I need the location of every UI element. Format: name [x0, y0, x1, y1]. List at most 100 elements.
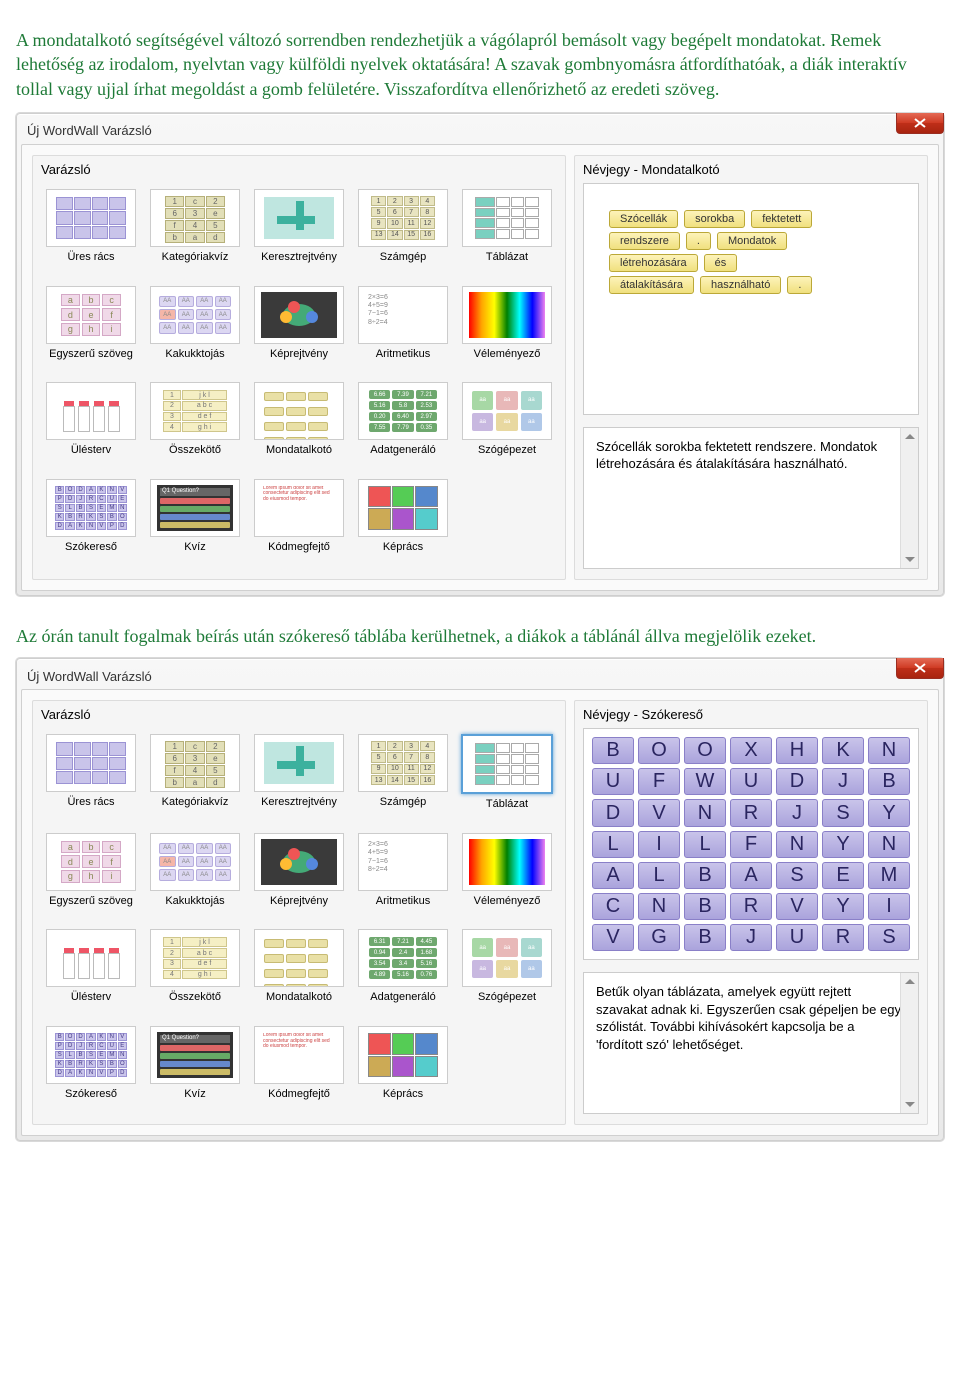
- wordsearch-cell[interactable]: O: [684, 737, 726, 764]
- template-tile-kvíz[interactable]: Q1 Question?Kvíz: [149, 479, 241, 554]
- template-tile-egyszerű-szöveg[interactable]: abcdefghiEgyszerű szöveg: [45, 286, 137, 361]
- scrollbar[interactable]: [900, 973, 918, 1113]
- wordsearch-cell[interactable]: S: [776, 862, 818, 889]
- template-tile-kódmegfejtő[interactable]: Lorem ipsum dolor sit amet consectetur a…: [253, 1026, 345, 1101]
- template-tile-üres-rács[interactable]: Üres rács: [45, 189, 137, 264]
- word-button[interactable]: sorokba: [684, 210, 745, 228]
- word-button[interactable]: .: [787, 276, 812, 294]
- wordsearch-cell[interactable]: F: [730, 831, 772, 858]
- template-tile-összekötő[interactable]: 1j k l2a b c3d e f4g h iÖsszekötő: [149, 382, 241, 457]
- wordsearch-cell[interactable]: Y: [868, 799, 910, 826]
- word-button[interactable]: Mondatok: [717, 232, 787, 250]
- wordsearch-cell[interactable]: D: [592, 799, 634, 826]
- template-tile-aritmetikus[interactable]: 2×3=64+5=97−1=68÷2=4Aritmetikus: [357, 286, 449, 361]
- wordsearch-cell[interactable]: W: [684, 768, 726, 795]
- wordsearch-cell[interactable]: B: [592, 737, 634, 764]
- template-tile-aritmetikus[interactable]: 2×3=64+5=97−1=68÷2=4Aritmetikus: [357, 833, 449, 908]
- word-button[interactable]: fektetett: [751, 210, 812, 228]
- template-tile-kódmegfejtő[interactable]: Lorem ipsum dolor sit amet consectetur a…: [253, 479, 345, 554]
- wordsearch-cell[interactable]: H: [776, 737, 818, 764]
- wordsearch-cell[interactable]: N: [776, 831, 818, 858]
- template-tile-keresztrejtvény[interactable]: Keresztrejtvény: [253, 189, 345, 264]
- template-tile-üres-rács[interactable]: Üres rács: [45, 734, 137, 811]
- word-button[interactable]: létrehozására: [609, 254, 698, 272]
- template-tile-mondatalkotó[interactable]: Mondatalkotó: [253, 382, 345, 457]
- wordsearch-cell[interactable]: E: [822, 862, 864, 889]
- wordsearch-cell[interactable]: S: [822, 799, 864, 826]
- template-tile-szógépezet[interactable]: aaaaaaaaaaaaSzógépezet: [461, 382, 553, 457]
- template-tile-képrejtvény[interactable]: Képrejtvény: [253, 833, 345, 908]
- template-tile-számgép[interactable]: 12345678910111213141516Számgép: [357, 734, 449, 811]
- template-tile-számgép[interactable]: 12345678910111213141516Számgép: [357, 189, 449, 264]
- template-tile-egyszerű-szöveg[interactable]: abcdefghiEgyszerű szöveg: [45, 833, 137, 908]
- wordsearch-cell[interactable]: K: [822, 737, 864, 764]
- template-tile-mondatalkotó[interactable]: Mondatalkotó: [253, 929, 345, 1004]
- template-tile-képrács[interactable]: Képrács: [357, 479, 449, 554]
- template-tile-kategóriakvíz[interactable]: 1c263ef45badKategóriakvíz: [149, 189, 241, 264]
- wordsearch-cell[interactable]: I: [868, 893, 910, 920]
- wordsearch-cell[interactable]: O: [638, 737, 680, 764]
- scroll-down-button[interactable]: [901, 551, 918, 568]
- word-button[interactable]: használható: [700, 276, 781, 294]
- template-tile-véleményező[interactable]: Véleményező: [461, 286, 553, 361]
- wordsearch-cell[interactable]: C: [592, 893, 634, 920]
- wordsearch-cell[interactable]: N: [638, 893, 680, 920]
- template-tile-ülésterv[interactable]: Ülésterv: [45, 929, 137, 1004]
- wordsearch-cell[interactable]: R: [730, 799, 772, 826]
- wordsearch-cell[interactable]: N: [868, 737, 910, 764]
- word-button[interactable]: átalakítására: [609, 276, 694, 294]
- wordsearch-cell[interactable]: N: [684, 799, 726, 826]
- wordsearch-cell[interactable]: B: [684, 862, 726, 889]
- template-tile-adatgeneráló[interactable]: 6.317.214.450.942.41.683.543.45.164.895.…: [357, 929, 449, 1004]
- template-tile-adatgeneráló[interactable]: 6.667.397.215.165.82.530.206.402.977.557…: [357, 382, 449, 457]
- wordsearch-cell[interactable]: Y: [822, 831, 864, 858]
- wordsearch-cell[interactable]: B: [684, 924, 726, 951]
- wordsearch-cell[interactable]: U: [730, 768, 772, 795]
- wordsearch-cell[interactable]: S: [868, 924, 910, 951]
- wordsearch-cell[interactable]: V: [776, 893, 818, 920]
- wordsearch-cell[interactable]: B: [868, 768, 910, 795]
- wordsearch-cell[interactable]: J: [776, 799, 818, 826]
- wordsearch-cell[interactable]: Y: [822, 893, 864, 920]
- word-button[interactable]: Szócellák: [609, 210, 678, 228]
- wordsearch-cell[interactable]: X: [730, 737, 772, 764]
- template-tile-kakukktojás[interactable]: AAAAAAAAAAAAAAAAAAAAAAAAKakukktojás: [149, 833, 241, 908]
- scrollbar[interactable]: [900, 428, 918, 568]
- template-tile-kakukktojás[interactable]: AAAAAAAAAAAAAAAAAAAAAAAAKakukktojás: [149, 286, 241, 361]
- scroll-down-button[interactable]: [901, 1096, 918, 1113]
- wordsearch-cell[interactable]: F: [638, 768, 680, 795]
- template-tile-szókereső[interactable]: BODAKNVPDJRCUESLBSEMNKBRKSBODAKNVPDSzóke…: [45, 479, 137, 554]
- template-tile-keresztrejtvény[interactable]: Keresztrejtvény: [253, 734, 345, 811]
- wordsearch-cell[interactable]: V: [592, 924, 634, 951]
- scroll-up-button[interactable]: [901, 973, 918, 990]
- wordsearch-cell[interactable]: L: [638, 862, 680, 889]
- close-button[interactable]: [896, 113, 944, 134]
- wordsearch-cell[interactable]: L: [684, 831, 726, 858]
- wordsearch-cell[interactable]: I: [638, 831, 680, 858]
- wordsearch-cell[interactable]: V: [638, 799, 680, 826]
- wordsearch-cell[interactable]: U: [592, 768, 634, 795]
- template-tile-képrejtvény[interactable]: Képrejtvény: [253, 286, 345, 361]
- word-button[interactable]: .: [686, 232, 711, 250]
- wordsearch-cell[interactable]: U: [776, 924, 818, 951]
- close-button[interactable]: [896, 658, 944, 679]
- template-tile-ülésterv[interactable]: Ülésterv: [45, 382, 137, 457]
- word-button[interactable]: és: [704, 254, 738, 272]
- wordsearch-cell[interactable]: D: [776, 768, 818, 795]
- template-tile-kvíz[interactable]: Q1 Question?Kvíz: [149, 1026, 241, 1101]
- wordsearch-cell[interactable]: A: [730, 862, 772, 889]
- scroll-up-button[interactable]: [901, 428, 918, 445]
- template-tile-kategóriakvíz[interactable]: 1c263ef45badKategóriakvíz: [149, 734, 241, 811]
- wordsearch-cell[interactable]: A: [592, 862, 634, 889]
- wordsearch-cell[interactable]: M: [868, 862, 910, 889]
- wordsearch-cell[interactable]: J: [730, 924, 772, 951]
- wordsearch-cell[interactable]: R: [822, 924, 864, 951]
- word-button[interactable]: rendszere: [609, 232, 680, 250]
- wordsearch-cell[interactable]: N: [868, 831, 910, 858]
- wordsearch-cell[interactable]: B: [684, 893, 726, 920]
- template-tile-táblázat[interactable]: Táblázat: [461, 189, 553, 264]
- wordsearch-cell[interactable]: J: [822, 768, 864, 795]
- template-tile-összekötő[interactable]: 1j k l2a b c3d e f4g h iÖsszekötő: [149, 929, 241, 1004]
- template-tile-képrács[interactable]: Képrács: [357, 1026, 449, 1101]
- template-tile-szógépezet[interactable]: aaaaaaaaaaaaSzógépezet: [461, 929, 553, 1004]
